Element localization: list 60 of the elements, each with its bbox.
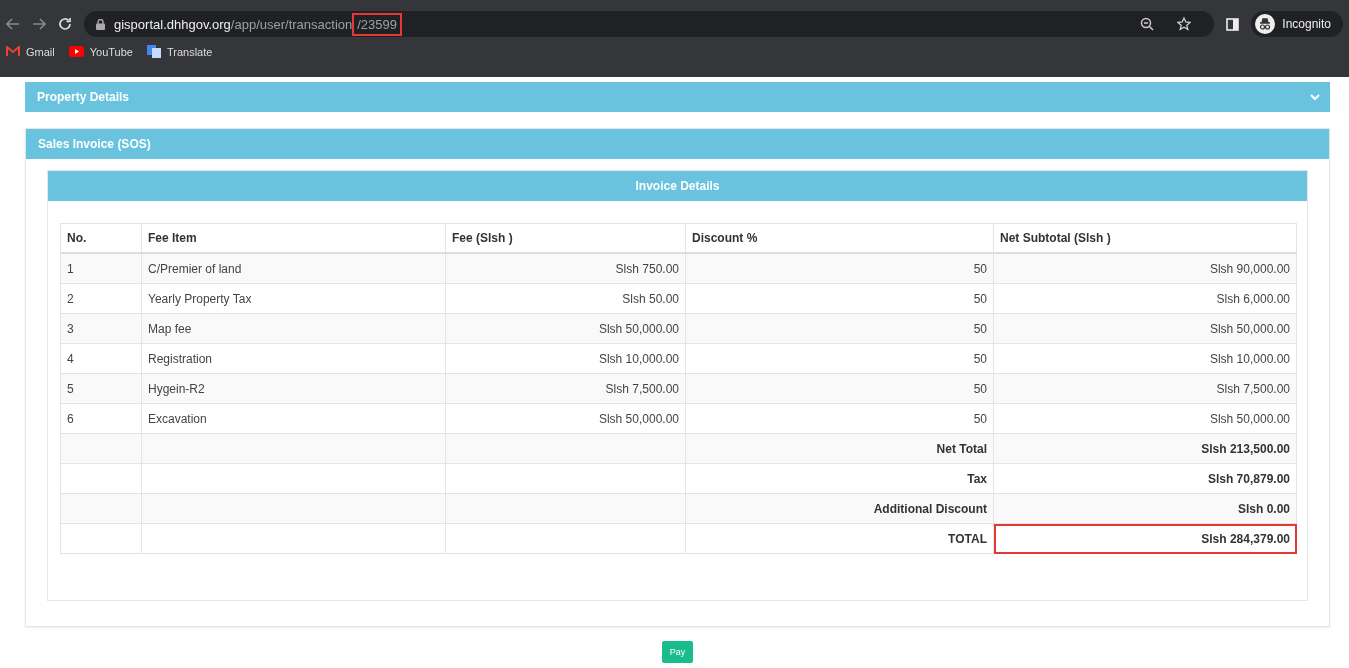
summary-label: Additional Discount <box>685 493 994 524</box>
back-icon[interactable] <box>6 17 20 31</box>
url-id: /23599 <box>352 12 402 36</box>
table-cell: 50 <box>685 313 994 344</box>
table-cell: 2 <box>60 283 142 314</box>
summary-value: Slsh 284,379.00 <box>993 523 1297 554</box>
summary-value: Slsh 0.00 <box>993 493 1297 524</box>
table-cell: 4 <box>60 343 142 374</box>
address-bar[interactable]: gisportal.dhhgov.org/app/user/transaction /23599 <box>84 11 1215 37</box>
table-cell: 5 <box>60 373 142 404</box>
lock-icon <box>96 18 105 30</box>
bookmark-link[interactable]: Gmail <box>6 45 55 58</box>
table-cell: 1 <box>60 253 142 284</box>
panel-title: Sales Invoice (SOS) <box>38 137 151 151</box>
table-cell: Hygein-R2 <box>141 373 446 404</box>
table-cell: 50 <box>685 373 994 404</box>
url-host: gisportal.dhhgov.org <box>114 16 231 32</box>
reload-icon[interactable] <box>58 17 72 31</box>
table-cell: Slsh 50,000.00 <box>993 313 1297 344</box>
summary-value: Slsh 213,500.00 <box>993 433 1297 464</box>
table-cell: Yearly Property Tax <box>141 283 446 314</box>
table-cell: Slsh 10,000.00 <box>445 343 686 374</box>
incognito-icon <box>1255 14 1276 34</box>
summary-value: Slsh 70,879.00 <box>993 463 1297 494</box>
table-cell: 50 <box>685 343 994 374</box>
table-cell: Slsh 50.00 <box>445 283 686 314</box>
table-cell: Registration <box>141 343 446 374</box>
table-cell: 50 <box>685 283 994 314</box>
table-cell: Slsh 10,000.00 <box>993 343 1297 374</box>
bookmark-link[interactable]: Translate <box>146 45 213 58</box>
panel-title: Property Details <box>37 90 130 104</box>
table-cell: Slsh 6,000.00 <box>993 283 1297 314</box>
translate-icon <box>146 45 161 58</box>
table-cell: Slsh 50,000.00 <box>993 403 1297 434</box>
table-cell: Map fee <box>141 313 446 344</box>
mail-icon <box>6 46 20 57</box>
summary-label: TOTAL <box>685 523 994 554</box>
incognito-profile-button[interactable]: Incognito <box>1251 11 1343 37</box>
table-cell: Slsh 90,000.00 <box>993 253 1297 284</box>
table-cell: Slsh 750.00 <box>445 253 686 284</box>
table-cell: Slsh 50,000.00 <box>445 313 686 344</box>
url-path: /app/user/transaction <box>230 16 353 32</box>
side-panel-icon[interactable] <box>1226 17 1240 31</box>
table-cell: 3 <box>60 313 142 344</box>
table-cell: Excavation <box>141 403 446 434</box>
card-title: Invoice Details <box>635 179 720 193</box>
summary-label: Net Total <box>685 433 994 464</box>
table-cell: Slsh 7,500.00 <box>445 373 686 404</box>
table-cell: C/Premier of land <box>141 253 446 284</box>
star-icon[interactable] <box>1177 17 1192 31</box>
bookmark-link[interactable]: YouTube <box>68 45 133 58</box>
table-cell: Slsh 7,500.00 <box>993 373 1297 404</box>
summary-label: Tax <box>685 463 994 494</box>
forward-icon[interactable] <box>32 17 46 31</box>
table-cell: 6 <box>60 403 142 434</box>
table-cell: 50 <box>685 403 994 434</box>
table-cell: 50 <box>685 253 994 284</box>
table-cell: Slsh 50,000.00 <box>445 403 686 434</box>
zoom-out-icon[interactable] <box>1140 17 1155 31</box>
play-icon <box>68 46 84 57</box>
